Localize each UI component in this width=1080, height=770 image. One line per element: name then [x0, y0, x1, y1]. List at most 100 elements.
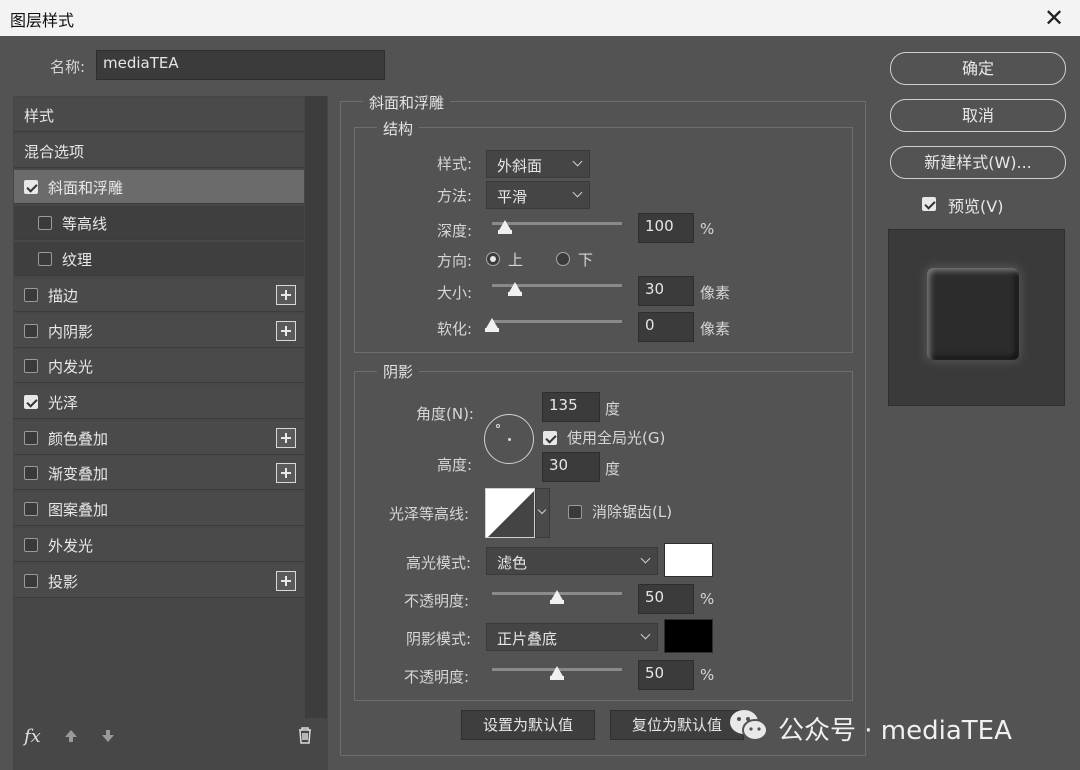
styles-scrollbar[interactable] — [305, 96, 327, 718]
preview-label: 预览(V) — [948, 197, 1004, 216]
style-item-label: 描边 — [48, 287, 79, 305]
highlight-mode-label: 高光模式: — [406, 554, 472, 572]
anti-alias-checkbox[interactable] — [568, 505, 582, 519]
soften-slider-thumb[interactable] — [485, 318, 499, 332]
style-item-checkbox[interactable] — [24, 502, 38, 516]
style-item-2[interactable]: 斜面和浮雕 — [14, 170, 304, 204]
style-item-5[interactable]: 描边 — [14, 278, 304, 312]
style-dropdown[interactable]: 外斜面 — [486, 150, 590, 178]
shadow-opacity-slider[interactable] — [492, 666, 622, 680]
style-item-checkbox[interactable] — [24, 574, 38, 588]
style-item-7[interactable]: 内发光 — [14, 349, 304, 383]
size-input[interactable]: 30 — [638, 276, 694, 306]
style-item-8[interactable]: 光泽 — [14, 385, 304, 419]
shadow-color-swatch[interactable] — [664, 619, 713, 653]
style-item-checkbox[interactable] — [24, 359, 38, 373]
ok-button[interactable]: 确定 — [890, 52, 1066, 85]
style-item-13[interactable]: 投影 — [14, 564, 304, 598]
style-item-label: 等高线 — [62, 215, 108, 233]
style-preview-thumbnail — [888, 229, 1065, 406]
style-item-checkbox[interactable] — [24, 324, 38, 338]
style-item-checkbox[interactable] — [24, 180, 38, 194]
shadow-opacity-label: 不透明度: — [404, 668, 470, 686]
direction-down-radio[interactable] — [556, 252, 570, 266]
style-item-4[interactable]: 纹理 — [14, 242, 304, 276]
style-item-checkbox[interactable] — [38, 216, 52, 230]
style-item-3[interactable]: 等高线 — [14, 206, 304, 240]
delete-icon[interactable] — [297, 726, 313, 748]
shadow-mode-label: 阴影模式: — [406, 630, 472, 648]
new-style-button[interactable]: 新建样式(W)... — [890, 146, 1066, 179]
style-item-checkbox[interactable] — [38, 252, 52, 266]
move-up-icon[interactable] — [63, 728, 79, 748]
style-item-checkbox[interactable] — [24, 288, 38, 302]
angle-input[interactable]: 135 — [542, 392, 600, 422]
highlight-color-swatch[interactable] — [664, 543, 713, 577]
style-item-label: 图案叠加 — [48, 501, 109, 519]
angle-label: 角度(N): — [416, 405, 474, 423]
depth-unit: % — [700, 220, 715, 238]
size-slider[interactable] — [492, 282, 622, 296]
highlight-mode-value: 滤色 — [497, 554, 528, 572]
gloss-contour-swatch[interactable] — [485, 488, 535, 538]
style-item-checkbox[interactable] — [24, 395, 38, 409]
shadow-opacity-thumb[interactable] — [550, 666, 564, 680]
style-item-1[interactable]: 混合选项 — [14, 134, 304, 168]
reset-default-button[interactable]: 复位为默认值 — [610, 710, 744, 740]
highlight-mode-dropdown[interactable]: 滤色 — [486, 547, 658, 575]
soften-unit: 像素 — [700, 320, 731, 338]
style-item-checkbox[interactable] — [24, 466, 38, 480]
add-effect-icon[interactable] — [276, 571, 296, 591]
add-effect-icon[interactable] — [276, 463, 296, 483]
depth-slider[interactable] — [492, 220, 622, 234]
highlight-opacity-slider[interactable] — [492, 590, 622, 604]
direction-up-radio[interactable] — [486, 252, 500, 266]
soften-label: 软化: — [437, 320, 473, 338]
highlight-opacity-input[interactable]: 50 — [638, 584, 694, 614]
style-item-10[interactable]: 渐变叠加 — [14, 456, 304, 490]
fx-icon[interactable]: fx — [24, 726, 41, 747]
style-item-label: 纹理 — [62, 251, 93, 269]
preview-checkbox[interactable] — [922, 197, 936, 211]
highlight-opacity-thumb[interactable] — [550, 590, 564, 604]
style-dropdown-value: 外斜面 — [497, 157, 543, 175]
chevron-down-icon — [572, 156, 583, 167]
shadow-opacity-input[interactable]: 50 — [638, 660, 694, 690]
style-item-label: 外发光 — [48, 537, 94, 555]
style-item-12[interactable]: 外发光 — [14, 528, 304, 562]
size-label: 大小: — [437, 284, 473, 302]
set-default-button[interactable]: 设置为默认值 — [461, 710, 595, 740]
add-effect-icon[interactable] — [276, 285, 296, 305]
close-icon[interactable]: ✕ — [1042, 4, 1066, 32]
method-dropdown[interactable]: 平滑 — [486, 181, 590, 209]
global-light-label: 使用全局光(G) — [567, 429, 666, 447]
altitude-input[interactable]: 30 — [542, 452, 600, 482]
style-item-0[interactable]: 样式 — [14, 98, 304, 132]
cancel-button[interactable]: 取消 — [890, 99, 1066, 132]
style-item-label: 投影 — [48, 573, 79, 591]
style-item-6[interactable]: 内阴影 — [14, 314, 304, 348]
gloss-contour-dropdown[interactable] — [535, 488, 550, 538]
shadow-mode-value: 正片叠底 — [497, 630, 558, 648]
size-slider-thumb[interactable] — [508, 282, 522, 296]
direction-down-label: 下 — [578, 251, 594, 269]
bevel-emboss-title: 斜面和浮雕 — [363, 92, 451, 113]
name-input[interactable]: mediaTEA — [96, 50, 385, 80]
style-item-checkbox[interactable] — [24, 538, 38, 552]
soften-slider[interactable] — [485, 318, 622, 332]
angle-dial[interactable] — [484, 414, 534, 464]
shadow-mode-dropdown[interactable]: 正片叠底 — [486, 623, 658, 651]
depth-input[interactable]: 100 — [638, 213, 694, 243]
add-effect-icon[interactable] — [276, 321, 296, 341]
global-light-checkbox[interactable] — [543, 431, 557, 445]
style-item-label: 渐变叠加 — [48, 465, 109, 483]
soften-input[interactable]: 0 — [638, 312, 694, 342]
depth-slider-thumb[interactable] — [498, 220, 512, 234]
style-item-checkbox[interactable] — [24, 431, 38, 445]
style-item-11[interactable]: 图案叠加 — [14, 492, 304, 526]
add-effect-icon[interactable] — [276, 428, 296, 448]
style-item-9[interactable]: 颜色叠加 — [14, 421, 304, 455]
move-down-icon[interactable] — [100, 728, 116, 748]
altitude-label: 高度: — [437, 456, 473, 474]
title-bar: 图层样式 ✕ — [0, 0, 1080, 36]
